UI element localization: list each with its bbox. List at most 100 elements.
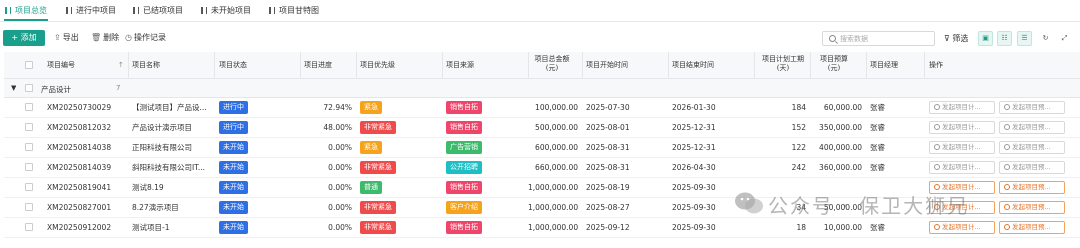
row-checkbox[interactable] [25, 103, 33, 111]
project-code: XM20250827001 [47, 203, 112, 212]
project-name[interactable]: 测试项目-1 [132, 223, 212, 233]
col-header-duration[interactable]: 项目计划工期 (天) [758, 55, 808, 73]
row-checkbox[interactable] [25, 163, 33, 171]
duration-days: 122 [791, 143, 806, 152]
search-icon [829, 35, 836, 42]
toolbar: + 添加 ⇪导出 🗑删除 ◷操作记录 ⊽ 筛选 ▣ ☷ ☰ ↻ ⤢ [0, 28, 1080, 50]
project-name[interactable]: 正阳科技有限公司 [132, 143, 212, 153]
budget-value: 350,000.00 [819, 123, 862, 132]
initiate-plan-button[interactable]: 发起项目计... [929, 101, 995, 114]
start-date: 2025-07-30 [586, 103, 630, 112]
priority-badge: 紧急 [360, 141, 382, 154]
tab-gantt[interactable]: 项目甘特图 [269, 4, 319, 18]
progress-value: 72.94% [323, 103, 352, 112]
watermark: 公众号 · 保卫大狮兄 [734, 184, 1080, 228]
initiate-budget-button[interactable]: 发起项目预... [999, 141, 1065, 154]
list-icon [133, 7, 139, 14]
row-checkbox[interactable] [25, 183, 33, 191]
project-name[interactable]: 斜阳科技有限公司IT... [132, 163, 212, 173]
col-header-source[interactable]: 项目来源 [446, 61, 474, 70]
col-header-end[interactable]: 项目结束时间 [672, 61, 714, 70]
col-header-code[interactable]: 项目编号 [47, 61, 75, 70]
budget-icon [1004, 124, 1010, 130]
tree-view-icon[interactable]: ☷ [997, 31, 1012, 46]
manager-name: 张睿 [870, 123, 885, 132]
end-date: 2026-01-30 [672, 103, 716, 112]
status-badge: 未开始 [219, 181, 248, 194]
project-code: XM20250819041 [47, 183, 112, 192]
source-badge: 销售自拓 [446, 121, 482, 134]
tab-in-progress[interactable]: 进行中项目 [66, 4, 116, 18]
project-name[interactable]: 测试8.19 [132, 183, 212, 193]
table-row[interactable]: XM20250812032 产品设计演示项目 进行中 48.00% 非常紧急 销售自拓 50… [4, 118, 1080, 138]
initiate-plan-button[interactable]: 发起项目计... [929, 121, 995, 134]
duration-days: 242 [791, 163, 806, 172]
start-date: 2025-08-27 [586, 203, 630, 212]
delete-button[interactable]: 🗑 删除 [91, 32, 119, 44]
col-header-amount[interactable]: 项目总金额 (元) [532, 55, 572, 73]
project-name[interactable]: 产品设计演示项目 [132, 123, 212, 133]
initiate-plan-button[interactable]: 发起项目计... [929, 141, 995, 154]
col-header-name[interactable]: 项目名称 [132, 61, 160, 70]
clock-icon: ◷ [125, 33, 132, 42]
plan-icon [934, 124, 940, 130]
refresh-icon[interactable]: ↻ [1038, 31, 1053, 46]
select-all-checkbox[interactable] [25, 61, 33, 69]
operation-log-button[interactable]: ◷ 操作记录 [125, 32, 166, 44]
initiate-plan-button[interactable]: 发起项目计... [929, 161, 995, 174]
add-button[interactable]: + 添加 [3, 30, 45, 46]
tab-completed[interactable]: 已结项项目 [133, 4, 183, 18]
budget-icon [1004, 164, 1010, 170]
wechat-icon [735, 192, 763, 214]
start-date: 2025-08-19 [586, 183, 630, 192]
initiate-budget-button[interactable]: 发起项目预... [999, 161, 1065, 174]
col-header-priority[interactable]: 项目优先级 [360, 61, 395, 70]
plan-icon [934, 164, 940, 170]
amount-value: 500,000.00 [535, 123, 578, 132]
project-code: XM20250814039 [47, 163, 112, 172]
row-checkbox[interactable] [25, 123, 33, 131]
sort-icon[interactable]: ↑ [118, 61, 124, 70]
fullscreen-icon[interactable]: ⤢ [1057, 31, 1072, 46]
project-name[interactable]: 【测试项目】产品设... [132, 103, 212, 113]
col-header-start[interactable]: 项目开始时间 [586, 61, 628, 70]
table-icon [5, 7, 11, 14]
group-row[interactable]: ▼ 产品设计 7 [4, 79, 1080, 98]
end-date: 2026-04-30 [672, 163, 716, 172]
col-header-manager[interactable]: 项目经理 [870, 61, 898, 70]
amount-value: 660,000.00 [535, 163, 578, 172]
amount-value: 600,000.00 [535, 143, 578, 152]
col-header-budget[interactable]: 项目预算 (元) [814, 55, 854, 73]
watermark-text: 公众号 · 保卫大狮兄 [768, 194, 970, 218]
search-box[interactable] [822, 31, 935, 46]
group-count: 7 [116, 84, 121, 92]
tab-project-overview[interactable]: 项目总览 [5, 4, 47, 18]
budget-value: 400,000.00 [819, 143, 862, 152]
caret-down-icon[interactable]: ▼ [11, 84, 16, 92]
row-checkbox[interactable] [25, 223, 33, 231]
status-badge: 进行中 [219, 101, 248, 114]
initiate-budget-button[interactable]: 发起项目预... [999, 121, 1065, 134]
list-view-icon[interactable]: ☰ [1017, 31, 1032, 46]
search-input[interactable] [840, 33, 930, 44]
tab-not-started[interactable]: 未开始项目 [201, 4, 251, 18]
priority-badge: 非常紧急 [360, 221, 396, 234]
plan-icon [934, 144, 940, 150]
group-checkbox[interactable] [25, 84, 33, 92]
row-checkbox[interactable] [25, 143, 33, 151]
duration-days: 184 [791, 103, 806, 112]
manager-name: 张睿 [870, 103, 885, 112]
col-header-status[interactable]: 项目状态 [219, 61, 247, 70]
initiate-budget-button[interactable]: 发起项目预... [999, 101, 1065, 114]
manager-name: 张睿 [870, 163, 885, 172]
card-view-icon[interactable]: ▣ [978, 31, 993, 46]
table-row[interactable]: XM20250814038 正阳科技有限公司 未开始 0.00% 紧急 广告营销 600,0… [4, 138, 1080, 158]
row-checkbox[interactable] [25, 203, 33, 211]
project-name[interactable]: 8.27演示项目 [132, 203, 212, 213]
table-row[interactable]: XM20250730029 【测试项目】产品设... 进行中 72.94% 紧急 销售自拓… [4, 98, 1080, 118]
export-button[interactable]: ⇪ 导出 [54, 32, 79, 44]
filter-button[interactable]: ⊽ 筛选 [944, 33, 968, 44]
col-header-progress[interactable]: 项目进度 [304, 61, 332, 70]
priority-badge: 非常紧急 [360, 121, 396, 134]
table-row[interactable]: XM20250814039 斜阳科技有限公司IT... 未开始 0.00% 非常紧急 公开… [4, 158, 1080, 178]
